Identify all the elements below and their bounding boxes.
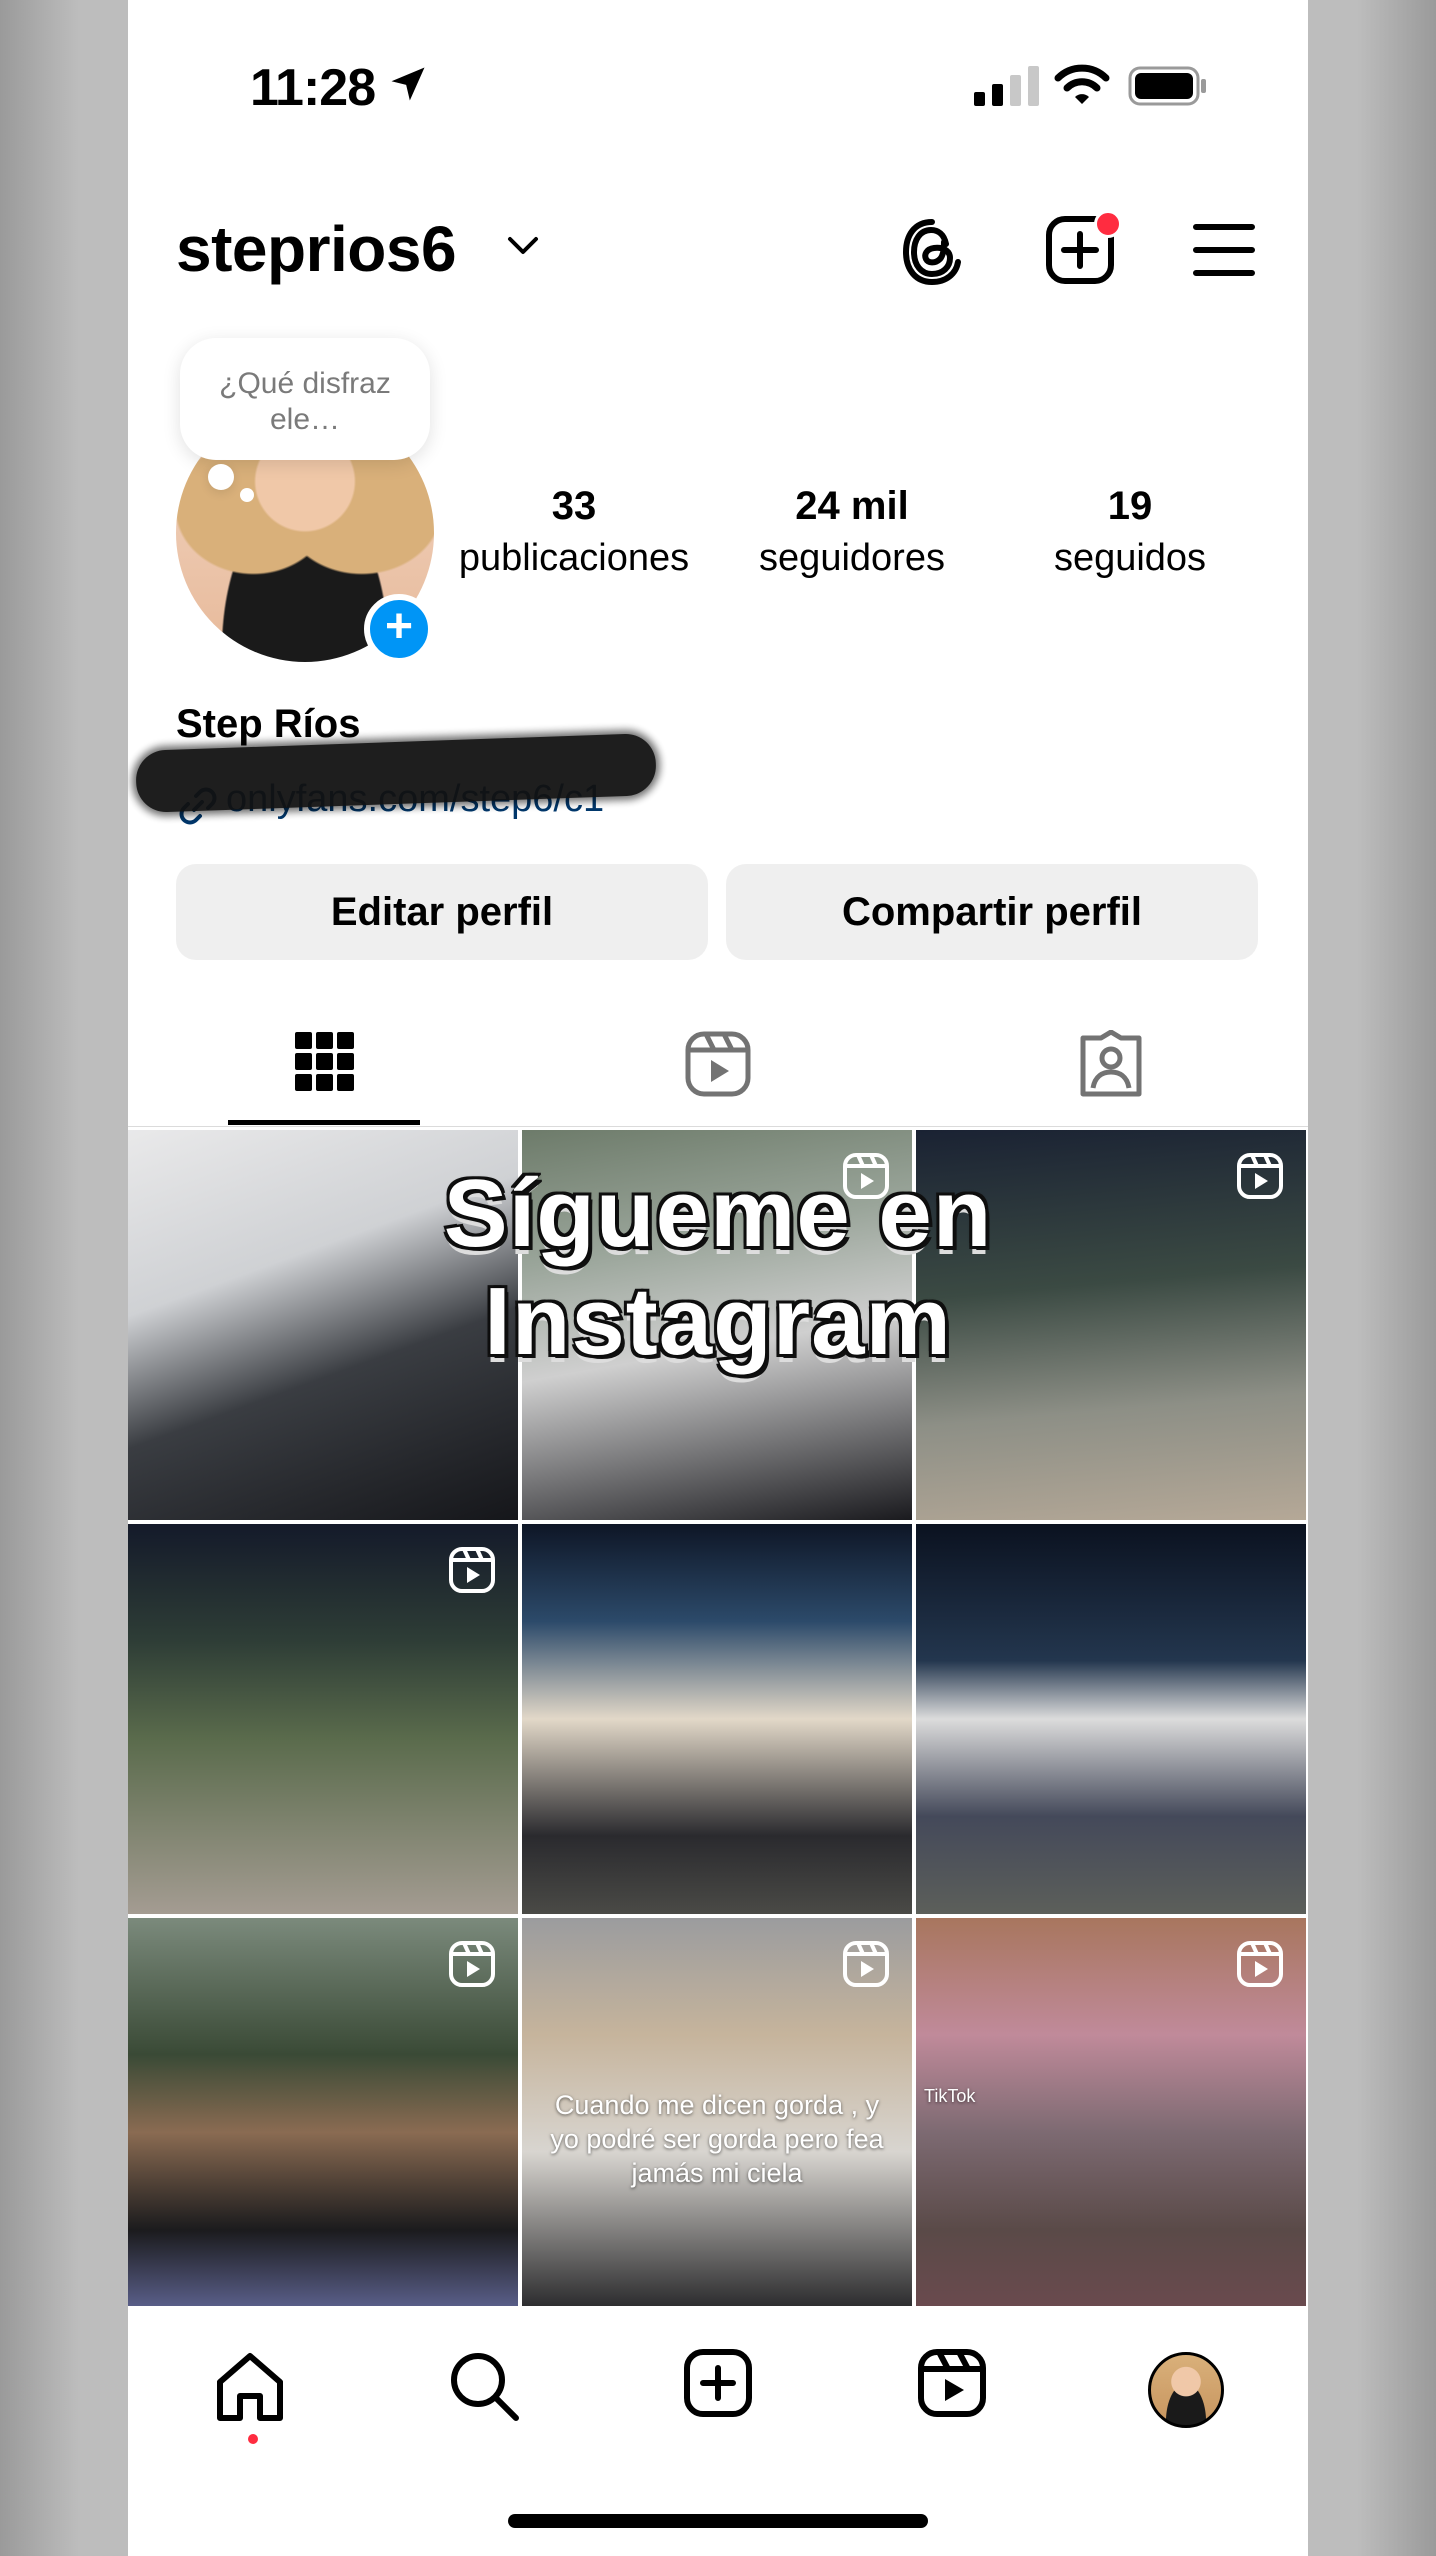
profile-avatar-icon bbox=[1148, 2352, 1224, 2428]
notification-dot bbox=[1094, 210, 1122, 238]
note-bubble-tail bbox=[208, 464, 234, 490]
menu-icon[interactable] bbox=[1192, 222, 1256, 278]
reel-badge-icon bbox=[843, 1941, 889, 1987]
threads-icon[interactable] bbox=[900, 214, 964, 290]
reel-badge-icon bbox=[1237, 1941, 1283, 1987]
stat-following[interactable]: 19 seguidos bbox=[1000, 484, 1260, 580]
post-caption-overlay: Cuando me dicen gorda , y yo podré ser g… bbox=[550, 2090, 884, 2188]
profile-full-name: Step Ríos bbox=[176, 702, 361, 746]
post-thumbnail[interactable] bbox=[128, 1524, 518, 1914]
home-indicator[interactable] bbox=[508, 2514, 928, 2528]
tab-reels[interactable] bbox=[521, 1010, 914, 1124]
add-story-button[interactable]: + bbox=[364, 594, 434, 664]
chevron-down-icon[interactable] bbox=[506, 234, 540, 258]
post-thumbnail[interactable] bbox=[128, 1918, 518, 2308]
overlay-title-line2: Instagram bbox=[484, 1268, 952, 1375]
nav-search[interactable] bbox=[424, 2348, 544, 2448]
status-time: 11:28 bbox=[250, 59, 376, 117]
overlay-title: Sígueme en Instagram bbox=[128, 1160, 1308, 1376]
stat-value: 19 bbox=[1107, 484, 1153, 528]
signal-icon bbox=[974, 66, 1039, 106]
stat-posts[interactable]: 33 publicaciones bbox=[444, 484, 704, 580]
username-switcher[interactable]: steprios6 bbox=[176, 212, 457, 286]
search-icon bbox=[451, 2353, 519, 2421]
tagged-icon bbox=[1080, 1030, 1141, 1097]
post-thumbnail[interactable]: Cuando me dicen gorda , y yo podré ser g… bbox=[522, 1918, 912, 2308]
note-bubble-tail-small bbox=[240, 488, 254, 502]
tab-tagged[interactable] bbox=[914, 1010, 1307, 1124]
stat-label: seguidos bbox=[1053, 537, 1207, 579]
share-profile-button[interactable]: Compartir perfil bbox=[726, 864, 1258, 960]
active-tab-indicator bbox=[228, 1120, 420, 1125]
home-icon bbox=[217, 2353, 283, 2421]
edit-profile-button[interactable]: Editar perfil bbox=[176, 864, 708, 960]
stat-followers[interactable]: 24 mil seguidores bbox=[722, 484, 982, 580]
reel-badge-icon bbox=[449, 1547, 495, 1593]
tiktok-watermark: TikTok bbox=[924, 2086, 976, 2106]
reel-badge-icon bbox=[449, 1941, 495, 1987]
battery-icon bbox=[1128, 66, 1206, 106]
stat-label: seguidores bbox=[759, 537, 945, 579]
reels-icon bbox=[918, 2349, 986, 2417]
note-text: ¿Qué disfraz ele… bbox=[219, 367, 391, 436]
note-bubble[interactable]: ¿Qué disfraz ele… bbox=[180, 338, 430, 460]
create-icon bbox=[684, 2349, 752, 2417]
grid-icon bbox=[294, 1032, 354, 1091]
reels-icon bbox=[685, 1031, 750, 1097]
phone-screen: 11:28 steprios6 ¿Qué disfraz ele… + 33 p… bbox=[128, 0, 1308, 2556]
nav-create[interactable] bbox=[658, 2348, 778, 2448]
stat-value: 24 mil bbox=[795, 484, 909, 528]
nav-profile[interactable] bbox=[1126, 2348, 1246, 2448]
home-activity-dot bbox=[248, 2434, 258, 2444]
post-thumbnail[interactable]: TikTok bbox=[916, 1918, 1306, 2308]
overlay-title-line1: Sígueme en bbox=[443, 1160, 993, 1267]
stat-value: 33 bbox=[551, 484, 597, 528]
post-thumbnail[interactable] bbox=[916, 1524, 1306, 1914]
location-arrow-icon bbox=[391, 67, 425, 101]
nav-reels[interactable] bbox=[892, 2348, 1012, 2448]
tab-divider bbox=[128, 1126, 1308, 1127]
post-thumbnail[interactable] bbox=[522, 1524, 912, 1914]
nav-home[interactable] bbox=[190, 2348, 310, 2448]
tab-posts-grid[interactable] bbox=[128, 1010, 521, 1124]
stat-label: publicaciones bbox=[458, 537, 690, 579]
wifi-icon bbox=[1054, 64, 1110, 104]
